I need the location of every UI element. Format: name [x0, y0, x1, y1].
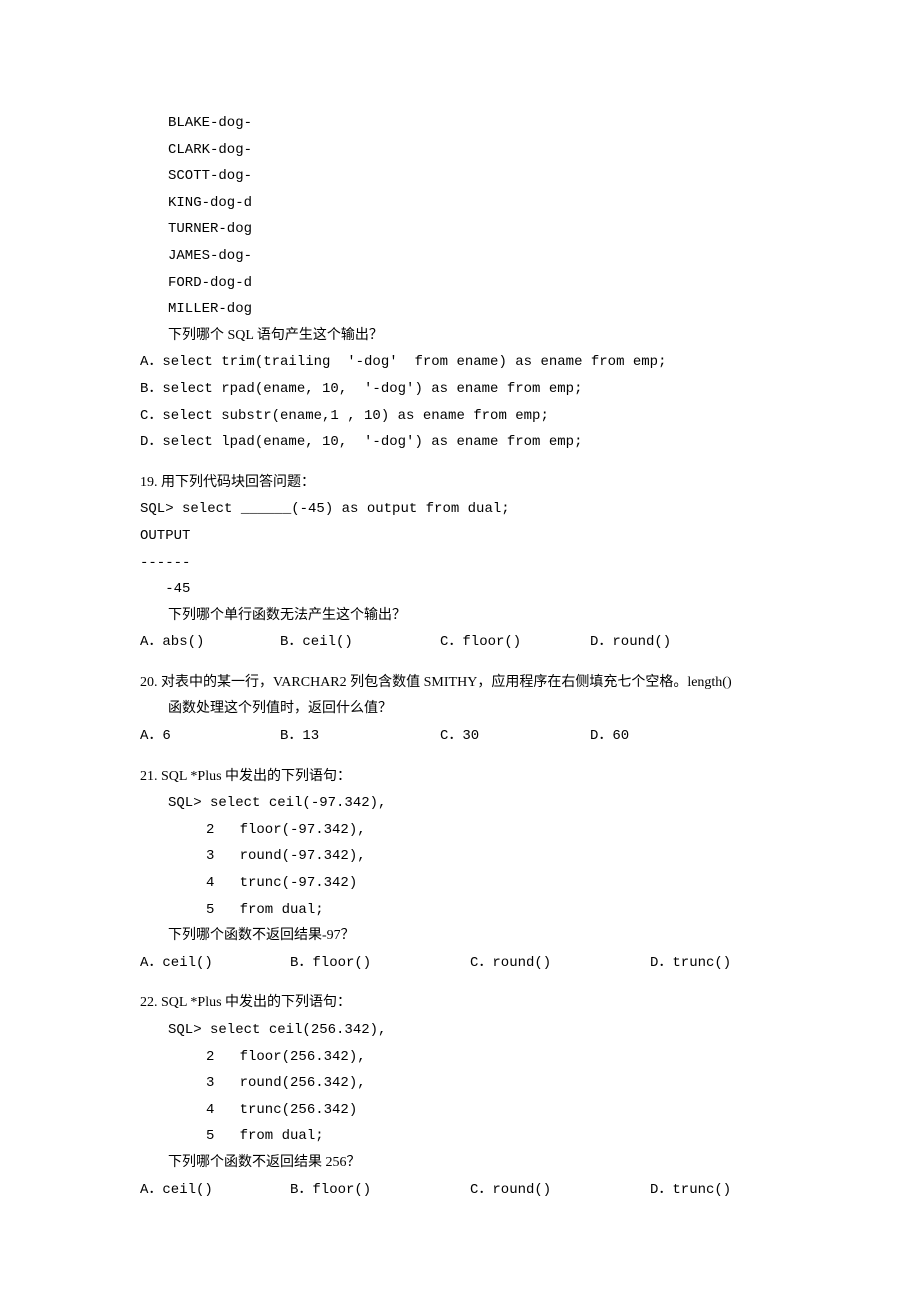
choice-d: D．round() [590, 629, 671, 656]
output-line: FORD-dog-d [140, 270, 780, 297]
sql-line: SQL> select ceil(256.342), [140, 1017, 780, 1044]
output-line: SCOTT-dog- [140, 163, 780, 190]
sql-line: 4 trunc(256.342) [140, 1097, 780, 1124]
output-value: -45 [140, 576, 780, 603]
choice-d: D．select lpad(ename, 10, '-dog') as enam… [140, 429, 780, 456]
sql-line: SQL> select ______(-45) as output from d… [140, 496, 780, 523]
choices-row: A．abs() B．ceil() C．floor() D．round() [140, 629, 780, 656]
choice-a: A．abs() [140, 629, 280, 656]
question-title: 22. SQL *Plus 中发出的下列语句： [140, 990, 780, 1017]
output-header: OUTPUT [140, 523, 780, 550]
choice-c: C．round() [470, 950, 650, 977]
choice-b: B．13 [280, 723, 440, 750]
sql-line: SQL> select ceil(-97.342), [140, 790, 780, 817]
choice-c: C．30 [440, 723, 590, 750]
choice-d: D．60 [590, 723, 629, 750]
sql-line: 5 from dual; [140, 1123, 780, 1150]
output-line: MILLER-dog [140, 296, 780, 323]
sql-line: 3 round(-97.342), [140, 843, 780, 870]
question-title: 21. SQL *Plus 中发出的下列语句： [140, 764, 780, 791]
choice-a: A．6 [140, 723, 280, 750]
choice-a: A．select trim(trailing '-dog' from ename… [140, 349, 780, 376]
sql-line: 2 floor(-97.342), [140, 817, 780, 844]
choice-b: B．floor() [290, 1177, 470, 1204]
document-page: BLAKE-dog- CLARK-dog- SCOTT-dog- KING-do… [0, 0, 920, 1302]
question-line: 20. 对表中的某一行，VARCHAR2 列包含数值 SMITHY，应用程序在右… [140, 670, 780, 697]
sql-line: 4 trunc(-97.342) [140, 870, 780, 897]
choice-d: D．trunc() [650, 950, 731, 977]
sql-line: 3 round(256.342), [140, 1070, 780, 1097]
sql-line: 2 floor(256.342), [140, 1044, 780, 1071]
choice-b: B．floor() [290, 950, 470, 977]
choice-a: A．ceil() [140, 950, 290, 977]
output-line: TURNER-dog [140, 216, 780, 243]
question-prompt: 下列哪个单行函数无法产生这个输出？ [140, 603, 780, 630]
question-prompt: 下列哪个 SQL 语句产生这个输出？ [140, 323, 780, 350]
sql-line: 5 from dual; [140, 897, 780, 924]
question-line: 函数处理这个列值时，返回什么值？ [140, 696, 780, 723]
choices-row: A．ceil() B．floor() C．round() D．trunc() [140, 950, 780, 977]
output-sep: ------ [140, 550, 780, 577]
choice-a: A．ceil() [140, 1177, 290, 1204]
choice-d: D．trunc() [650, 1177, 731, 1204]
question-title: 19. 用下列代码块回答问题： [140, 470, 780, 497]
question-prompt: 下列哪个函数不返回结果-97？ [140, 923, 780, 950]
output-line: CLARK-dog- [140, 137, 780, 164]
choices-row: A．6 B．13 C．30 D．60 [140, 723, 780, 750]
choice-c: C．round() [470, 1177, 650, 1204]
output-line: KING-dog-d [140, 190, 780, 217]
question-prompt: 下列哪个函数不返回结果 256？ [140, 1150, 780, 1177]
output-line: BLAKE-dog- [140, 110, 780, 137]
choice-b: B．select rpad(ename, 10, '-dog') as enam… [140, 376, 780, 403]
choice-c: C．select substr(ename,1 , 10) as ename f… [140, 403, 780, 430]
choices-row: A．ceil() B．floor() C．round() D．trunc() [140, 1177, 780, 1204]
choice-c: C．floor() [440, 629, 590, 656]
output-line: JAMES-dog- [140, 243, 780, 270]
choice-b: B．ceil() [280, 629, 440, 656]
